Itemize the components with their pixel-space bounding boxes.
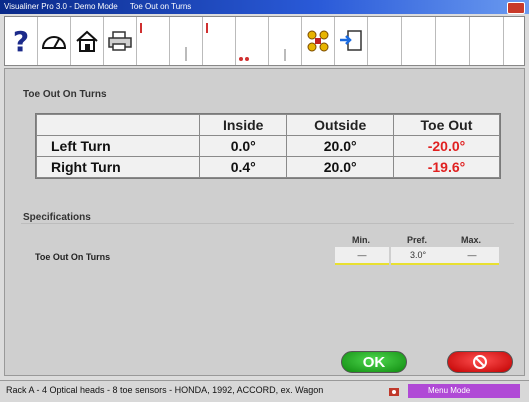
- window-subtitle: Toe Out on Turns: [129, 2, 192, 11]
- column-header: [36, 114, 200, 136]
- toe-out-value: -19.6°: [392, 156, 501, 178]
- close-icon[interactable]: [507, 2, 525, 14]
- toe-out-value: -20.0°: [392, 135, 501, 157]
- spec-header-pref: Pref.: [406, 235, 427, 245]
- print-button[interactable]: [104, 17, 137, 65]
- tool-icon-5: [140, 23, 142, 33]
- outside-value: 20.0°: [286, 156, 394, 178]
- column-header-outside: Outside: [286, 114, 394, 136]
- spec-pref-value: 3.0°: [391, 247, 445, 265]
- divider: [21, 223, 514, 224]
- cancel-icon: [473, 355, 487, 369]
- toe-out-table: Inside Outside Toe Out Left Turn 0.0° 20…: [35, 113, 501, 179]
- tool-button-14[interactable]: [436, 17, 470, 65]
- camera-icon: [389, 388, 399, 396]
- main-panel: Toe Out On Turns Inside Outside Toe Out …: [4, 68, 525, 376]
- ok-button[interactable]: OK: [341, 351, 407, 373]
- home-button[interactable]: [71, 17, 104, 65]
- help-icon: ?: [12, 24, 30, 58]
- export-icon: [340, 30, 362, 51]
- gauge-icon: [41, 36, 67, 49]
- inside-value: 0.0°: [198, 135, 288, 157]
- help-button[interactable]: ?: [5, 17, 38, 65]
- tool-button-7[interactable]: [203, 17, 236, 65]
- row-label: Right Turn: [36, 156, 200, 178]
- inside-value: 0.4°: [198, 156, 288, 178]
- export-button[interactable]: [335, 17, 368, 65]
- outside-value: 20.0°: [286, 135, 394, 157]
- tool-icon-7: [206, 23, 208, 33]
- spec-header-min: Min.: [352, 235, 370, 245]
- mode-label: Menu Mode: [428, 386, 471, 395]
- tool-button-8[interactable]: [236, 17, 269, 65]
- table-header-row: Inside Outside Toe Out: [36, 114, 501, 136]
- mode-badge: Menu Mode: [408, 384, 520, 398]
- spec-header-max: Max.: [460, 235, 481, 245]
- gauge-button[interactable]: [38, 17, 71, 65]
- row-label: Left Turn: [36, 135, 200, 157]
- cancel-button[interactable]: [447, 351, 513, 373]
- vehicle-specs-button[interactable]: [302, 17, 335, 65]
- status-text: Rack A - 4 Optical heads - 8 toe sensors…: [6, 385, 324, 395]
- tool-button-6[interactable]: [170, 17, 203, 65]
- column-header-toe-out: Toe Out: [392, 114, 501, 136]
- vehicle-specs-icon: [307, 30, 329, 52]
- table-row: Right Turn 0.4° 20.0° -19.6°: [36, 156, 501, 178]
- spec-row-label: Toe Out On Turns: [35, 252, 111, 262]
- tool-icon-8: [239, 57, 249, 61]
- tool-button-13[interactable]: [402, 17, 436, 65]
- tool-button-12[interactable]: [368, 17, 402, 65]
- spec-max-value: —: [445, 247, 499, 265]
- tool-icon-9: [284, 49, 286, 61]
- tool-icon-6: [185, 47, 187, 61]
- tool-button-15[interactable]: [470, 17, 504, 65]
- tool-button-5[interactable]: [137, 17, 170, 65]
- ok-label: OK: [362, 353, 386, 371]
- home-icon: [76, 30, 98, 52]
- title-bar: Visualiner Pro 3.0 - Demo Mode Toe Out o…: [0, 0, 529, 14]
- window-title: Visualiner Pro 3.0 - Demo Mode: [4, 2, 118, 11]
- column-header-inside: Inside: [198, 114, 288, 136]
- tool-button-9[interactable]: [269, 17, 302, 65]
- printer-icon: [108, 31, 132, 51]
- toolbar: ?: [4, 16, 525, 66]
- spec-min-value: —: [335, 247, 389, 265]
- status-bar: Rack A - 4 Optical heads - 8 toe sensors…: [0, 380, 529, 402]
- toe-out-section-title: Toe Out On Turns: [23, 89, 107, 100]
- table-row: Left Turn 0.0° 20.0° -20.0°: [36, 135, 501, 157]
- specifications-title: Specifications: [23, 212, 91, 223]
